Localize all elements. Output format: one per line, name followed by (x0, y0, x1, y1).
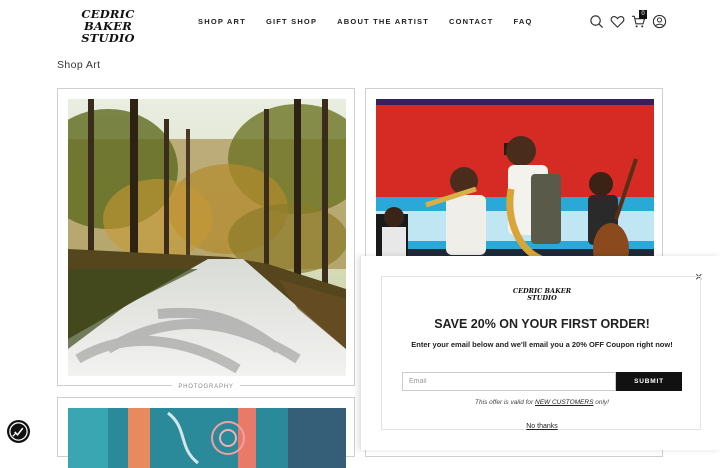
product-card[interactable] (57, 397, 355, 468)
logo-line1: CEDRIC BAKER (81, 7, 135, 33)
main-nav: SHOP ART GIFT SHOP ABOUT THE ARTIST CONT… (198, 17, 533, 26)
site-logo[interactable]: CEDRIC BAKER STUDIO (57, 8, 159, 44)
popup-content: CEDRIC BAKER STUDIO SAVE 20% ON YOUR FIR… (381, 276, 701, 430)
product-card[interactable]: PHOTOGRAPHY (57, 88, 355, 390)
heart-icon[interactable] (610, 14, 625, 29)
offer-prefix: This offer is valid for (475, 399, 536, 406)
email-field[interactable] (402, 372, 616, 391)
nav-faq[interactable]: FAQ (514, 17, 533, 26)
popup-headline: SAVE 20% ON YOUR FIRST ORDER! (434, 317, 650, 331)
popup-logo: CEDRIC BAKER STUDIO (382, 288, 702, 302)
cart-count-badge: 0 (639, 10, 647, 19)
product-image-forest-road[interactable] (68, 99, 346, 376)
account-icon[interactable] (652, 14, 667, 29)
signup-popup: × CEDRIC BAKER STUDIO SAVE 20% ON YOUR F… (360, 256, 720, 450)
accessibility-icon[interactable] (7, 420, 30, 443)
nav-about-the-artist[interactable]: ABOUT THE ARTIST (337, 17, 429, 26)
page-title: Shop Art (57, 59, 101, 71)
product-image-abstract[interactable] (68, 408, 346, 468)
popup-logo-line2: STUDIO (527, 294, 557, 302)
offer-suffix: only! (593, 399, 609, 406)
cart-icon[interactable]: 0 (631, 10, 647, 29)
product-category-label: PHOTOGRAPHY (58, 384, 354, 390)
new-customers-link[interactable]: NEW CUSTOMERS (535, 399, 593, 406)
submit-button[interactable]: SUBMIT (616, 372, 682, 391)
nav-gift-shop[interactable]: GIFT SHOP (266, 17, 317, 26)
search-icon[interactable] (589, 14, 604, 29)
no-thanks-link[interactable]: No thanks (382, 423, 702, 430)
nav-contact[interactable]: CONTACT (449, 17, 494, 26)
offer-note: This offer is valid for NEW CUSTOMERS on… (382, 399, 702, 406)
site-header: CEDRIC BAKER STUDIO SHOP ART GIFT SHOP A… (0, 0, 720, 44)
popup-body-text: Enter your email below and we'll email y… (411, 340, 673, 349)
logo-line2: STUDIO (81, 31, 135, 45)
nav-shop-art[interactable]: SHOP ART (198, 17, 246, 26)
header-icons: 0 (589, 10, 667, 29)
